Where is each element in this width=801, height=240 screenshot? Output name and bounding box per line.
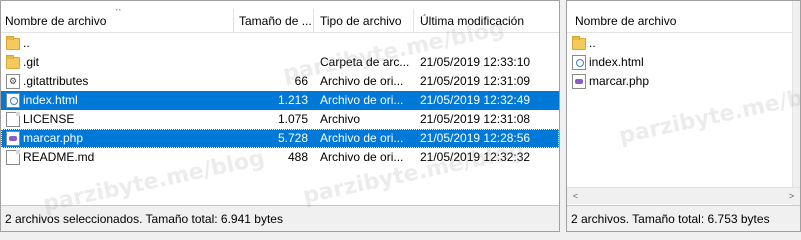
- remote-vertical-scrollbar[interactable]: [792, 1, 800, 205]
- remote-horizontal-scrollbar[interactable]: < >: [567, 187, 800, 204]
- column-header-type-label: Tipo de archivo: [320, 14, 402, 28]
- php-file-icon: [6, 131, 20, 146]
- local-cell-type: [320, 34, 414, 53]
- local-file-list[interactable]: Nombre de archivo ^ Tamaño de ... Tipo d…: [0, 0, 560, 232]
- column-header-modified-label: Última modificación: [420, 14, 525, 28]
- html-file-icon: [6, 93, 20, 108]
- local-cell-size: 5.728: [277, 131, 308, 145]
- file-icon: [6, 150, 20, 165]
- column-header-size-label: Tamaño de ...: [239, 14, 312, 28]
- remote-cell-name: ..: [589, 36, 596, 50]
- local-cell-type: Archivo de ori...: [320, 74, 404, 88]
- remote-column-header-name-label: Nombre de archivo: [575, 14, 677, 28]
- column-header-size[interactable]: Tamaño de ...: [234, 9, 314, 33]
- local-cell-type: Archivo de ori...: [320, 131, 404, 145]
- local-cell-size: 66: [294, 74, 308, 88]
- local-cell-name: LICENSE: [23, 112, 75, 126]
- scroll-left-icon[interactable]: <: [567, 188, 584, 205]
- local-status-text: 2 archivos seleccionados. Tamaño total: …: [5, 212, 283, 226]
- local-cell-size: [234, 34, 308, 53]
- file-icon: [6, 112, 20, 127]
- local-cell-modified: 21/05/2019 12:31:09: [420, 74, 531, 88]
- local-cell-size: 488: [287, 150, 308, 164]
- remote-row[interactable]: marcar.php: [567, 72, 800, 91]
- column-header-name-label: Nombre de archivo: [5, 14, 107, 28]
- gear-file-icon: ⚙: [6, 74, 20, 89]
- remote-file-list[interactable]: Nombre de archivo .. index.html marcar.php…: [566, 0, 801, 232]
- local-cell-modified: 21/05/2019 12:32:49: [420, 93, 531, 107]
- local-cell-name: marcar.php: [23, 131, 84, 145]
- remote-cell-name: index.html: [589, 55, 644, 69]
- scroll-right-icon[interactable]: >: [783, 188, 800, 205]
- local-cell-modified: [420, 34, 559, 53]
- column-header-name[interactable]: Nombre de archivo ^: [1, 9, 234, 33]
- local-cell-name: index.html: [23, 93, 78, 107]
- local-cell-type: Archivo: [320, 112, 361, 126]
- local-row[interactable]: marcar.php 5.728 Archivo de ori... 21/05/20…: [1, 129, 559, 148]
- local-row[interactable]: ⚙ .gitattributes 66 Archivo de ori... 21/05/…: [1, 72, 559, 91]
- local-cell-type: Carpeta de arc...: [320, 55, 410, 69]
- local-cell-size: 1.213: [277, 93, 308, 107]
- local-row[interactable]: ..: [1, 34, 559, 53]
- remote-row[interactable]: index.html: [567, 53, 800, 72]
- remote-status-bar: 2 archivos. Tamaño total: 6.753 bytes: [567, 205, 800, 231]
- local-cell-size: [234, 53, 308, 72]
- local-cell-modified: 21/05/2019 12:28:56: [420, 131, 531, 145]
- local-cell-type: Archivo de ori...: [320, 150, 404, 164]
- local-row[interactable]: README.md 488 Archivo de ori... 21/05/2019 …: [1, 148, 559, 167]
- php-file-icon: [572, 74, 586, 89]
- local-cell-name: .git: [23, 55, 40, 69]
- local-cell-name: .gitattributes: [23, 74, 89, 88]
- remote-rows: .. index.html marcar.php: [567, 34, 800, 91]
- local-cell-name: README.md: [23, 150, 95, 164]
- html-file-icon: [572, 55, 586, 70]
- column-header-modified[interactable]: Última modificación: [414, 9, 559, 33]
- remote-row[interactable]: ..: [567, 34, 800, 53]
- local-row[interactable]: .git Carpeta de arc... 21/05/2019 12:33:10: [1, 53, 559, 72]
- local-cell-type: Archivo de ori...: [320, 93, 404, 107]
- local-cell-size: 1.075: [277, 112, 308, 126]
- remote-column-headers: Nombre de archivo: [567, 9, 800, 33]
- remote-cell-name: marcar.php: [589, 74, 650, 88]
- local-status-bar: 2 archivos seleccionados. Tamaño total: …: [1, 205, 559, 231]
- folder-icon: [572, 36, 586, 50]
- sort-ascending-icon: ^: [116, 9, 121, 17]
- local-cell-modified: 21/05/2019 12:32:32: [420, 150, 531, 164]
- local-cell-modified: 21/05/2019 12:33:10: [420, 55, 531, 69]
- local-cell-name: ..: [23, 36, 30, 50]
- column-header-type[interactable]: Tipo de archivo: [314, 9, 414, 33]
- folder-icon: [6, 55, 20, 69]
- local-cell-modified: 21/05/2019 12:31:08: [420, 112, 531, 126]
- local-row[interactable]: index.html 1.213 Archivo de ori... 21/05/20…: [1, 91, 559, 110]
- local-rows: .. .git Carpeta de arc... 21/05/2019 12:33:…: [1, 34, 559, 167]
- local-row[interactable]: LICENSE 1.075 Archivo 21/05/2019 12:31:08: [1, 110, 559, 129]
- remote-status-text: 2 archivos. Tamaño total: 6.753 bytes: [571, 212, 770, 226]
- local-column-headers: Nombre de archivo ^ Tamaño de ... Tipo d…: [1, 9, 559, 33]
- remote-column-header-name[interactable]: Nombre de archivo: [567, 9, 800, 33]
- folder-icon: [6, 36, 20, 50]
